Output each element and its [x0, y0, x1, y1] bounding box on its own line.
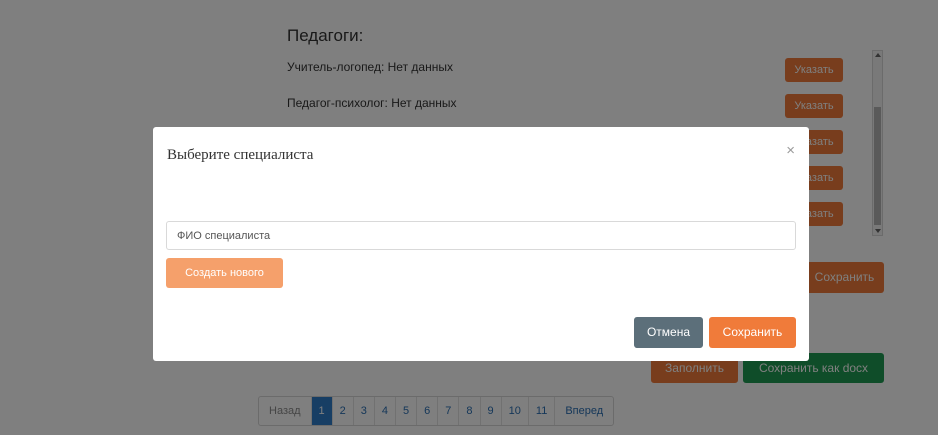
select-specialist-dialog: Выберите специалиста × Создать нового От…	[153, 127, 809, 361]
save-button[interactable]: Сохранить	[709, 317, 796, 348]
close-icon[interactable]: ×	[786, 142, 795, 159]
dialog-title: Выберите специалиста	[167, 147, 314, 163]
create-new-button[interactable]: Создать нового	[166, 258, 283, 288]
specialist-fio-input[interactable]	[166, 221, 796, 250]
cancel-button[interactable]: Отмена	[634, 317, 703, 348]
